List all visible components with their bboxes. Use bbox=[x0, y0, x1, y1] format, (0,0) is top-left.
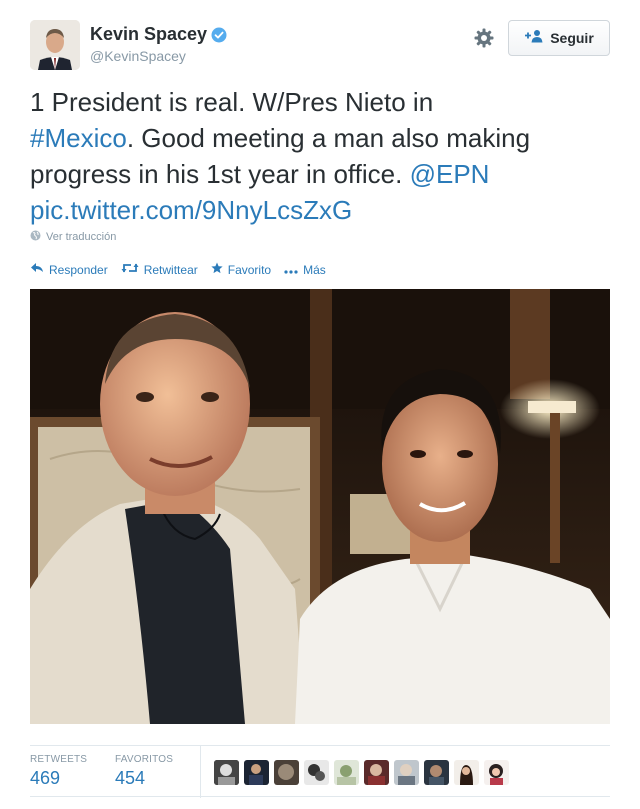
tweet-photo[interactable] bbox=[30, 289, 610, 724]
media-link[interactable]: pic.twitter.com/9NnyLcsZxG bbox=[30, 195, 352, 225]
translate-label: Ver traducción bbox=[46, 231, 117, 243]
hashtag-link[interactable]: #Mexico bbox=[30, 123, 127, 153]
tweet-text: 1 President is real. W/Pres Nieto in #Me… bbox=[30, 84, 620, 228]
retweet-action[interactable]: Retwittear bbox=[121, 262, 198, 277]
reply-action[interactable]: Responder bbox=[30, 262, 108, 277]
favorites-stat[interactable]: FAVORITOS 454 bbox=[115, 754, 173, 789]
retweets-stat[interactable]: RETWEETS 469 bbox=[30, 754, 87, 789]
retweet-icon bbox=[121, 262, 139, 277]
star-icon bbox=[211, 262, 223, 277]
more-action[interactable]: Más bbox=[284, 262, 326, 277]
avatar[interactable] bbox=[30, 20, 80, 70]
favoriter-avatar[interactable] bbox=[424, 760, 449, 785]
more-label: Más bbox=[303, 262, 326, 277]
tweet-header: Kevin Spacey @KevinSpacey Seguir bbox=[30, 20, 610, 70]
follow-label: Seguir bbox=[550, 30, 594, 46]
add-user-icon bbox=[524, 29, 544, 48]
favoriter-avatar[interactable] bbox=[364, 760, 389, 785]
favoriter-avatar[interactable] bbox=[454, 760, 479, 785]
tweet-stats: RETWEETS 469 FAVORITOS 454 bbox=[30, 745, 610, 798]
retweets-count: 469 bbox=[30, 768, 61, 788]
favoriter-avatars bbox=[214, 760, 509, 785]
favorites-count: 454 bbox=[115, 768, 146, 788]
favorite-label: Favorito bbox=[227, 262, 272, 277]
reply-icon bbox=[30, 262, 44, 277]
gear-icon[interactable] bbox=[472, 26, 496, 50]
favoriter-avatar[interactable] bbox=[244, 760, 269, 785]
favoriter-avatar[interactable] bbox=[334, 760, 359, 785]
reply-label: Responder bbox=[49, 262, 108, 277]
favoriter-avatar[interactable] bbox=[394, 760, 419, 785]
globe-icon bbox=[30, 230, 41, 244]
tweet-line-3: progress in his 1st year in office. bbox=[30, 159, 410, 189]
tweet-line-1: 1 President is real. W/Pres Nieto in bbox=[30, 87, 434, 117]
username[interactable]: @KevinSpacey bbox=[90, 48, 227, 64]
favoriter-avatar[interactable] bbox=[274, 760, 299, 785]
stats-divider bbox=[200, 746, 201, 798]
favoriter-avatar[interactable] bbox=[214, 760, 239, 785]
mention-link[interactable]: @EPN bbox=[410, 159, 490, 189]
fullname[interactable]: Kevin Spacey bbox=[90, 24, 207, 45]
favoriter-avatar[interactable] bbox=[484, 760, 509, 785]
tweet-line-2: . Good meeting a man also making bbox=[126, 123, 531, 153]
verified-badge-icon bbox=[211, 27, 227, 43]
favorites-label: FAVORITOS bbox=[115, 754, 174, 765]
retweet-label: Retwittear bbox=[143, 262, 198, 277]
tweet-actions: Responder Retwittear Favorito Más bbox=[30, 262, 326, 277]
translate-link[interactable]: Ver traducción bbox=[30, 230, 116, 244]
follow-button[interactable]: Seguir bbox=[508, 20, 610, 56]
more-dots-icon bbox=[284, 263, 298, 277]
user-block: Kevin Spacey @KevinSpacey bbox=[90, 24, 227, 64]
favoriter-avatar[interactable] bbox=[304, 760, 329, 785]
favorite-action[interactable]: Favorito bbox=[211, 262, 271, 277]
retweets-label: RETWEETS bbox=[30, 754, 88, 765]
